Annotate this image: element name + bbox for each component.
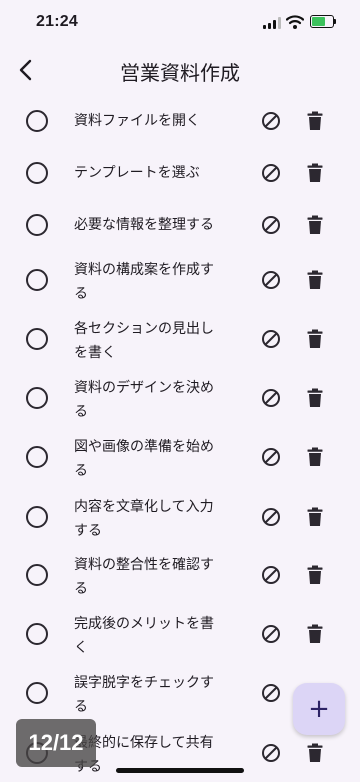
task-label: 誤字脱字をチェックする [74, 671, 234, 719]
task-label: 各セクションの見出し を書く [74, 317, 234, 365]
task-label-line1: 必要な情報を整理する [74, 217, 214, 233]
block-icon[interactable] [261, 388, 281, 408]
task-label-line2: る [74, 463, 88, 479]
page-title: 営業資料作成 [120, 61, 240, 85]
task-label: 内容を文章化して入力 する [74, 495, 234, 543]
task-row[interactable]: テンプレートを選ぶ [0, 144, 360, 202]
block-icon[interactable] [261, 163, 281, 183]
block-icon[interactable] [261, 270, 281, 290]
battery-cap [334, 19, 336, 24]
trash-icon[interactable] [306, 270, 324, 290]
task-row[interactable]: 資料のデザインを決める [0, 369, 360, 427]
trash-icon[interactable] [306, 111, 324, 131]
task-checkbox[interactable] [26, 269, 48, 291]
task-row[interactable]: 資料の構成案を作成する [0, 251, 360, 309]
add-task-button[interactable]: + [293, 683, 345, 735]
task-label-line1: 各セクションの見出し [74, 321, 214, 337]
task-row[interactable]: 内容を文章化して入力 する [0, 488, 360, 546]
block-icon[interactable] [261, 683, 281, 703]
task-label: 資料の整合性を確認する [74, 553, 234, 601]
task-label-line1: 内容を文章化して入力 [74, 499, 214, 515]
signal-icon [263, 17, 281, 29]
task-checkbox[interactable] [26, 506, 48, 528]
task-checkbox[interactable] [26, 110, 48, 132]
trash-icon[interactable] [306, 447, 324, 467]
task-row[interactable]: 資料ファイルを開く [0, 92, 360, 150]
task-label: 資料の構成案を作成する [74, 258, 234, 306]
task-checkbox[interactable] [26, 214, 48, 236]
task-checkbox[interactable] [26, 446, 48, 468]
trash-icon[interactable] [306, 329, 324, 349]
task-checkbox[interactable] [26, 564, 48, 586]
plus-icon: + [308, 694, 330, 724]
status-bar: 21:24 [0, 0, 360, 44]
task-label-line2: する [74, 523, 102, 539]
block-icon[interactable] [261, 743, 281, 763]
task-label-line2: る [74, 581, 88, 597]
home-indicator [116, 768, 244, 773]
trash-icon[interactable] [306, 388, 324, 408]
task-checkbox[interactable] [26, 328, 48, 350]
task-label-line2: く [74, 640, 88, 656]
task-label-line2: る [74, 699, 88, 715]
task-row[interactable]: 資料の整合性を確認する [0, 546, 360, 604]
block-icon[interactable] [261, 329, 281, 349]
task-checkbox[interactable] [26, 162, 48, 184]
block-icon[interactable] [261, 447, 281, 467]
block-icon[interactable] [261, 111, 281, 131]
task-label-line2: る [74, 404, 88, 420]
task-label-line2: する [74, 759, 102, 775]
task-label: 資料のデザインを決める [74, 376, 234, 424]
task-label: 必要な情報を整理する [74, 213, 234, 237]
task-label-line1: 資料のデザインを決め [74, 380, 214, 396]
task-checkbox[interactable] [26, 623, 48, 645]
task-row[interactable]: 図や画像の準備を始める [0, 428, 360, 486]
task-label-line1: 完成後のメリットを書 [74, 616, 214, 632]
task-label-line1: 資料の構成案を作成す [74, 262, 214, 278]
task-label-line2: る [74, 286, 88, 302]
task-label: 完成後のメリットを書く [74, 612, 234, 660]
trash-icon[interactable] [306, 163, 324, 183]
task-label-line1: 最終的に保存して共有 [74, 735, 214, 751]
task-label: 図や画像の準備を始める [74, 435, 234, 483]
task-row[interactable]: 完成後のメリットを書く [0, 605, 360, 663]
block-icon[interactable] [261, 215, 281, 235]
page-counter: 12/12 [16, 719, 96, 767]
task-label-line1: 資料の整合性を確認す [74, 557, 214, 573]
task-label-line1: 図や画像の準備を始め [74, 439, 214, 455]
task-label: 資料ファイルを開く [74, 109, 234, 133]
block-icon[interactable] [261, 565, 281, 585]
task-checkbox[interactable] [26, 387, 48, 409]
task-label-line1: 誤字脱字をチェックす [74, 675, 214, 691]
task-label: テンプレートを選ぶ [74, 161, 234, 185]
trash-icon[interactable] [306, 507, 324, 527]
battery-icon [310, 15, 334, 28]
trash-icon[interactable] [306, 215, 324, 235]
trash-icon[interactable] [306, 624, 324, 644]
trash-icon[interactable] [306, 565, 324, 585]
status-time: 21:24 [36, 13, 78, 30]
task-label-line1: テンプレートを選ぶ [74, 165, 200, 181]
task-label-line2: を書く [74, 345, 116, 361]
task-row[interactable]: 必要な情報を整理する [0, 196, 360, 254]
app-header: 営業資料作成 [0, 44, 360, 96]
task-label-line1: 資料ファイルを開く [74, 113, 200, 129]
task-row[interactable]: 各セクションの見出し を書く [0, 310, 360, 368]
task-checkbox[interactable] [26, 682, 48, 704]
block-icon[interactable] [261, 624, 281, 644]
trash-icon[interactable] [306, 743, 324, 763]
block-icon[interactable] [261, 507, 281, 527]
wifi-icon [286, 15, 304, 29]
